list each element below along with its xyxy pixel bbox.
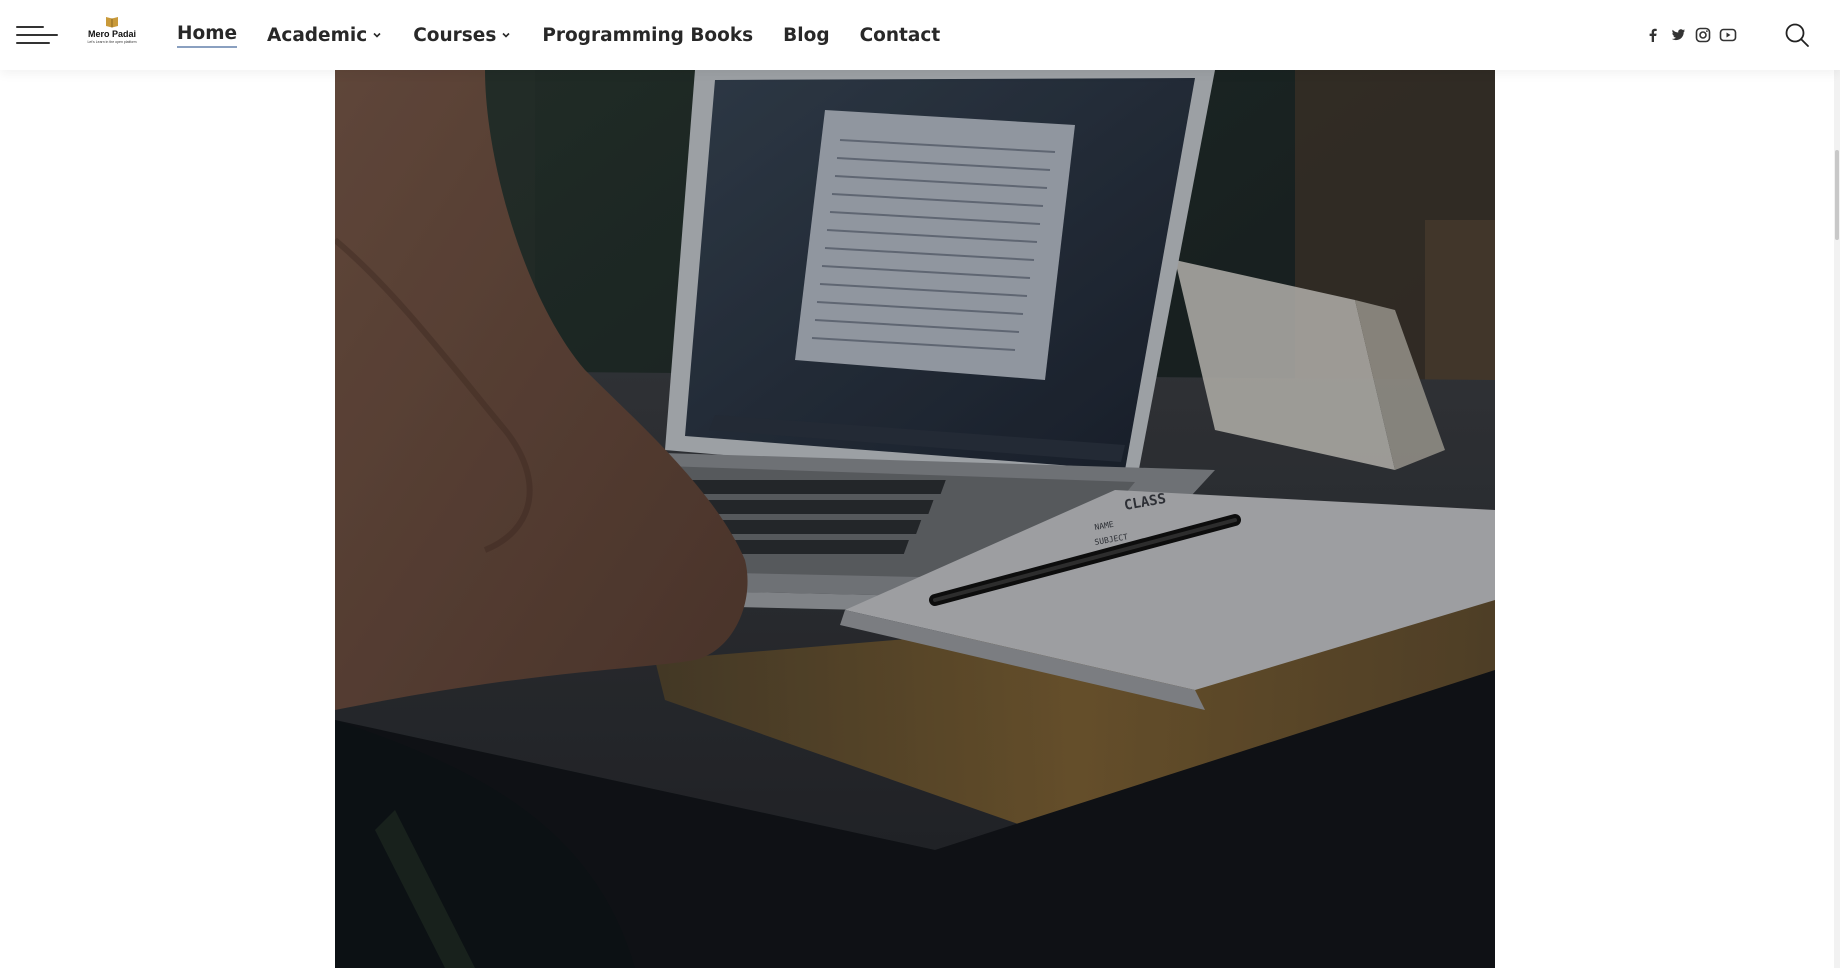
chevron-down-icon xyxy=(373,32,381,38)
nav-blog[interactable]: Blog xyxy=(783,0,829,70)
instagram-icon[interactable] xyxy=(1694,26,1712,44)
facebook-icon[interactable] xyxy=(1644,26,1662,44)
logo-tagline: Let's Learn in the open platform xyxy=(87,40,137,44)
nav-academic-label: Academic xyxy=(267,24,368,46)
nav-contact[interactable]: Contact xyxy=(860,0,941,70)
nav-contact-label: Contact xyxy=(859,24,941,46)
laptop-notebook-desk-photo: CLASS NAME SUBJECT xyxy=(335,70,1495,968)
twitter-icon[interactable] xyxy=(1669,26,1687,44)
youtube-icon[interactable] xyxy=(1719,26,1737,44)
site-header: Mero Padai Let's Learn in the open platf… xyxy=(0,0,1840,70)
book-logo-icon xyxy=(106,17,118,28)
hero-image: CLASS NAME SUBJECT xyxy=(335,70,1495,968)
nav-academic[interactable]: Academic xyxy=(267,0,383,70)
nav-programming-books[interactable]: Programming Books xyxy=(542,0,753,70)
nav-programming-books-label: Programming Books xyxy=(542,24,754,46)
main-nav: Home Academic Courses Programming Books … xyxy=(177,0,970,70)
nav-blog-label: Blog xyxy=(783,24,830,46)
nav-home[interactable]: Home xyxy=(177,0,238,70)
logo-name: Mero Padai xyxy=(87,29,136,39)
nav-courses[interactable]: Courses xyxy=(413,0,512,70)
hamburger-menu-icon[interactable] xyxy=(16,24,58,46)
scrollbar-thumb[interactable] xyxy=(1835,150,1839,240)
search-icon[interactable] xyxy=(1784,22,1810,48)
social-links xyxy=(1644,24,1737,46)
chevron-down-icon xyxy=(502,32,510,38)
nav-courses-label: Courses xyxy=(413,24,497,46)
page-scrollbar[interactable] xyxy=(1834,70,1840,968)
site-logo[interactable]: Mero Padai Let's Learn in the open platf… xyxy=(82,16,142,52)
nav-home-label: Home xyxy=(177,23,238,48)
